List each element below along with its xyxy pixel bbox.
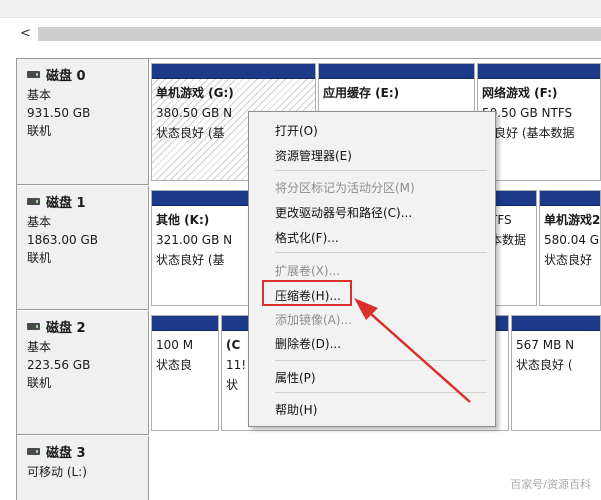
menu-item-add-mirror: 添加镜像(A)... bbox=[275, 313, 353, 327]
disk-1-name: 磁盘 1 bbox=[46, 196, 86, 211]
menu-separator bbox=[275, 252, 487, 253]
partition-status: 本数据 bbox=[490, 233, 527, 247]
disk-3-type: 可移动 (L:) bbox=[27, 465, 87, 479]
partition-capacity: 50.50 GB NTFS bbox=[482, 106, 573, 120]
partition-title: 网络游戏 (F:) bbox=[482, 86, 558, 100]
menu-item-explorer[interactable]: 资源管理器(E) bbox=[275, 147, 352, 164]
partition-bar bbox=[152, 316, 218, 331]
partition-bar bbox=[478, 64, 600, 79]
disk-1-status: 联机 bbox=[27, 251, 52, 265]
partition-disk2-efi[interactable]: 100 M 状态良 bbox=[151, 315, 219, 431]
partition-title: 单机游戏2 bbox=[544, 213, 601, 227]
partition-capacity: 580.04 G bbox=[544, 233, 600, 247]
menu-item-extend-volume: 扩展卷(X)... bbox=[275, 264, 341, 278]
disk-3-name: 磁盘 3 bbox=[46, 446, 86, 461]
disk-2-type: 基本 bbox=[27, 340, 52, 354]
partition-capacity: 567 MB N bbox=[516, 338, 575, 352]
scrollbar-thumb[interactable] bbox=[38, 27, 601, 41]
disk-0-status: 联机 bbox=[27, 124, 52, 138]
disk-icon bbox=[27, 198, 40, 205]
disk-0-type: 基本 bbox=[27, 88, 52, 102]
watermark: 百家号/资源百科 bbox=[510, 478, 591, 491]
partition-capacity: 100 M bbox=[156, 338, 194, 352]
menu-item-format[interactable]: 格式化(F)... bbox=[275, 229, 339, 246]
disk-icon bbox=[27, 323, 40, 330]
disk-1-name-row: 磁盘 1 bbox=[27, 192, 148, 211]
disk-2-label[interactable]: 磁盘 2 基本 223.56 GB 联机 bbox=[17, 311, 149, 435]
disk-icon bbox=[27, 71, 40, 78]
menu-item-help[interactable]: 帮助(H) bbox=[275, 401, 317, 418]
disk-0-label[interactable]: 磁盘 0 基本 931.50 GB 联机 bbox=[17, 59, 149, 185]
disk-1-type: 基本 bbox=[27, 215, 52, 229]
menu-item-delete-volume[interactable]: 删除卷(D)... bbox=[275, 335, 341, 352]
partition-status: 态良好 (基本数据 bbox=[482, 126, 575, 140]
disk-1-label[interactable]: 磁盘 1 基本 1863.00 GB 联机 bbox=[17, 186, 149, 310]
partition-game2[interactable]: 单机游戏2 580.04 G 状态良好 bbox=[539, 190, 601, 306]
menu-separator bbox=[275, 170, 487, 171]
shrink-volume-highlight-box bbox=[262, 280, 352, 306]
disk-2-size: 223.56 GB bbox=[27, 358, 91, 372]
partition-capacity: TFS bbox=[490, 213, 512, 227]
partition-bar bbox=[319, 64, 474, 79]
disk-2-name-row: 磁盘 2 bbox=[27, 317, 148, 336]
context-menu: 打开(O) 资源管理器(E) 将分区标记为活动分区(M) 更改驱动器号和路径(C… bbox=[248, 111, 496, 427]
scroll-left-arrow-icon[interactable]: < bbox=[20, 26, 31, 41]
disk-0-name-row: 磁盘 0 bbox=[27, 65, 148, 84]
menu-item-change-drive-letter[interactable]: 更改驱动器号和路径(C)... bbox=[275, 204, 412, 221]
partition-bar bbox=[512, 316, 600, 331]
disk-2-status: 联机 bbox=[27, 376, 52, 390]
menu-item-properties[interactable]: 属性(P) bbox=[275, 369, 316, 386]
disk-0-name: 磁盘 0 bbox=[46, 69, 86, 84]
partition-title: 应用缓存 (E:) bbox=[323, 86, 400, 100]
menu-separator bbox=[275, 360, 487, 361]
partition-status: 状态良好 bbox=[544, 253, 593, 267]
disk-3-name-row: 磁盘 3 bbox=[27, 442, 148, 461]
partition-status: 状态良好 ( bbox=[516, 358, 573, 372]
partition-bar bbox=[540, 191, 600, 206]
menu-item-mark-active: 将分区标记为活动分区(M) bbox=[275, 181, 415, 195]
menu-separator bbox=[275, 392, 487, 393]
disk-icon bbox=[27, 448, 40, 455]
disk-1-size: 1863.00 GB bbox=[27, 233, 98, 247]
partition-disk2-recovery[interactable]: 567 MB N 状态良好 ( bbox=[511, 315, 601, 431]
menu-item-open[interactable]: 打开(O) bbox=[275, 122, 318, 139]
disk-2-name: 磁盘 2 bbox=[46, 321, 86, 336]
partition-status: 状态良 bbox=[156, 358, 193, 372]
top-panel bbox=[0, 0, 601, 18]
disk-0-size: 931.50 GB bbox=[27, 106, 91, 120]
disk-3-label[interactable]: 磁盘 3 可移动 (L:) bbox=[17, 436, 149, 500]
partition-bar bbox=[152, 64, 315, 79]
horizontal-scrollbar[interactable]: < bbox=[16, 20, 601, 48]
partition-title: 单机游戏 (G:) bbox=[156, 86, 234, 100]
